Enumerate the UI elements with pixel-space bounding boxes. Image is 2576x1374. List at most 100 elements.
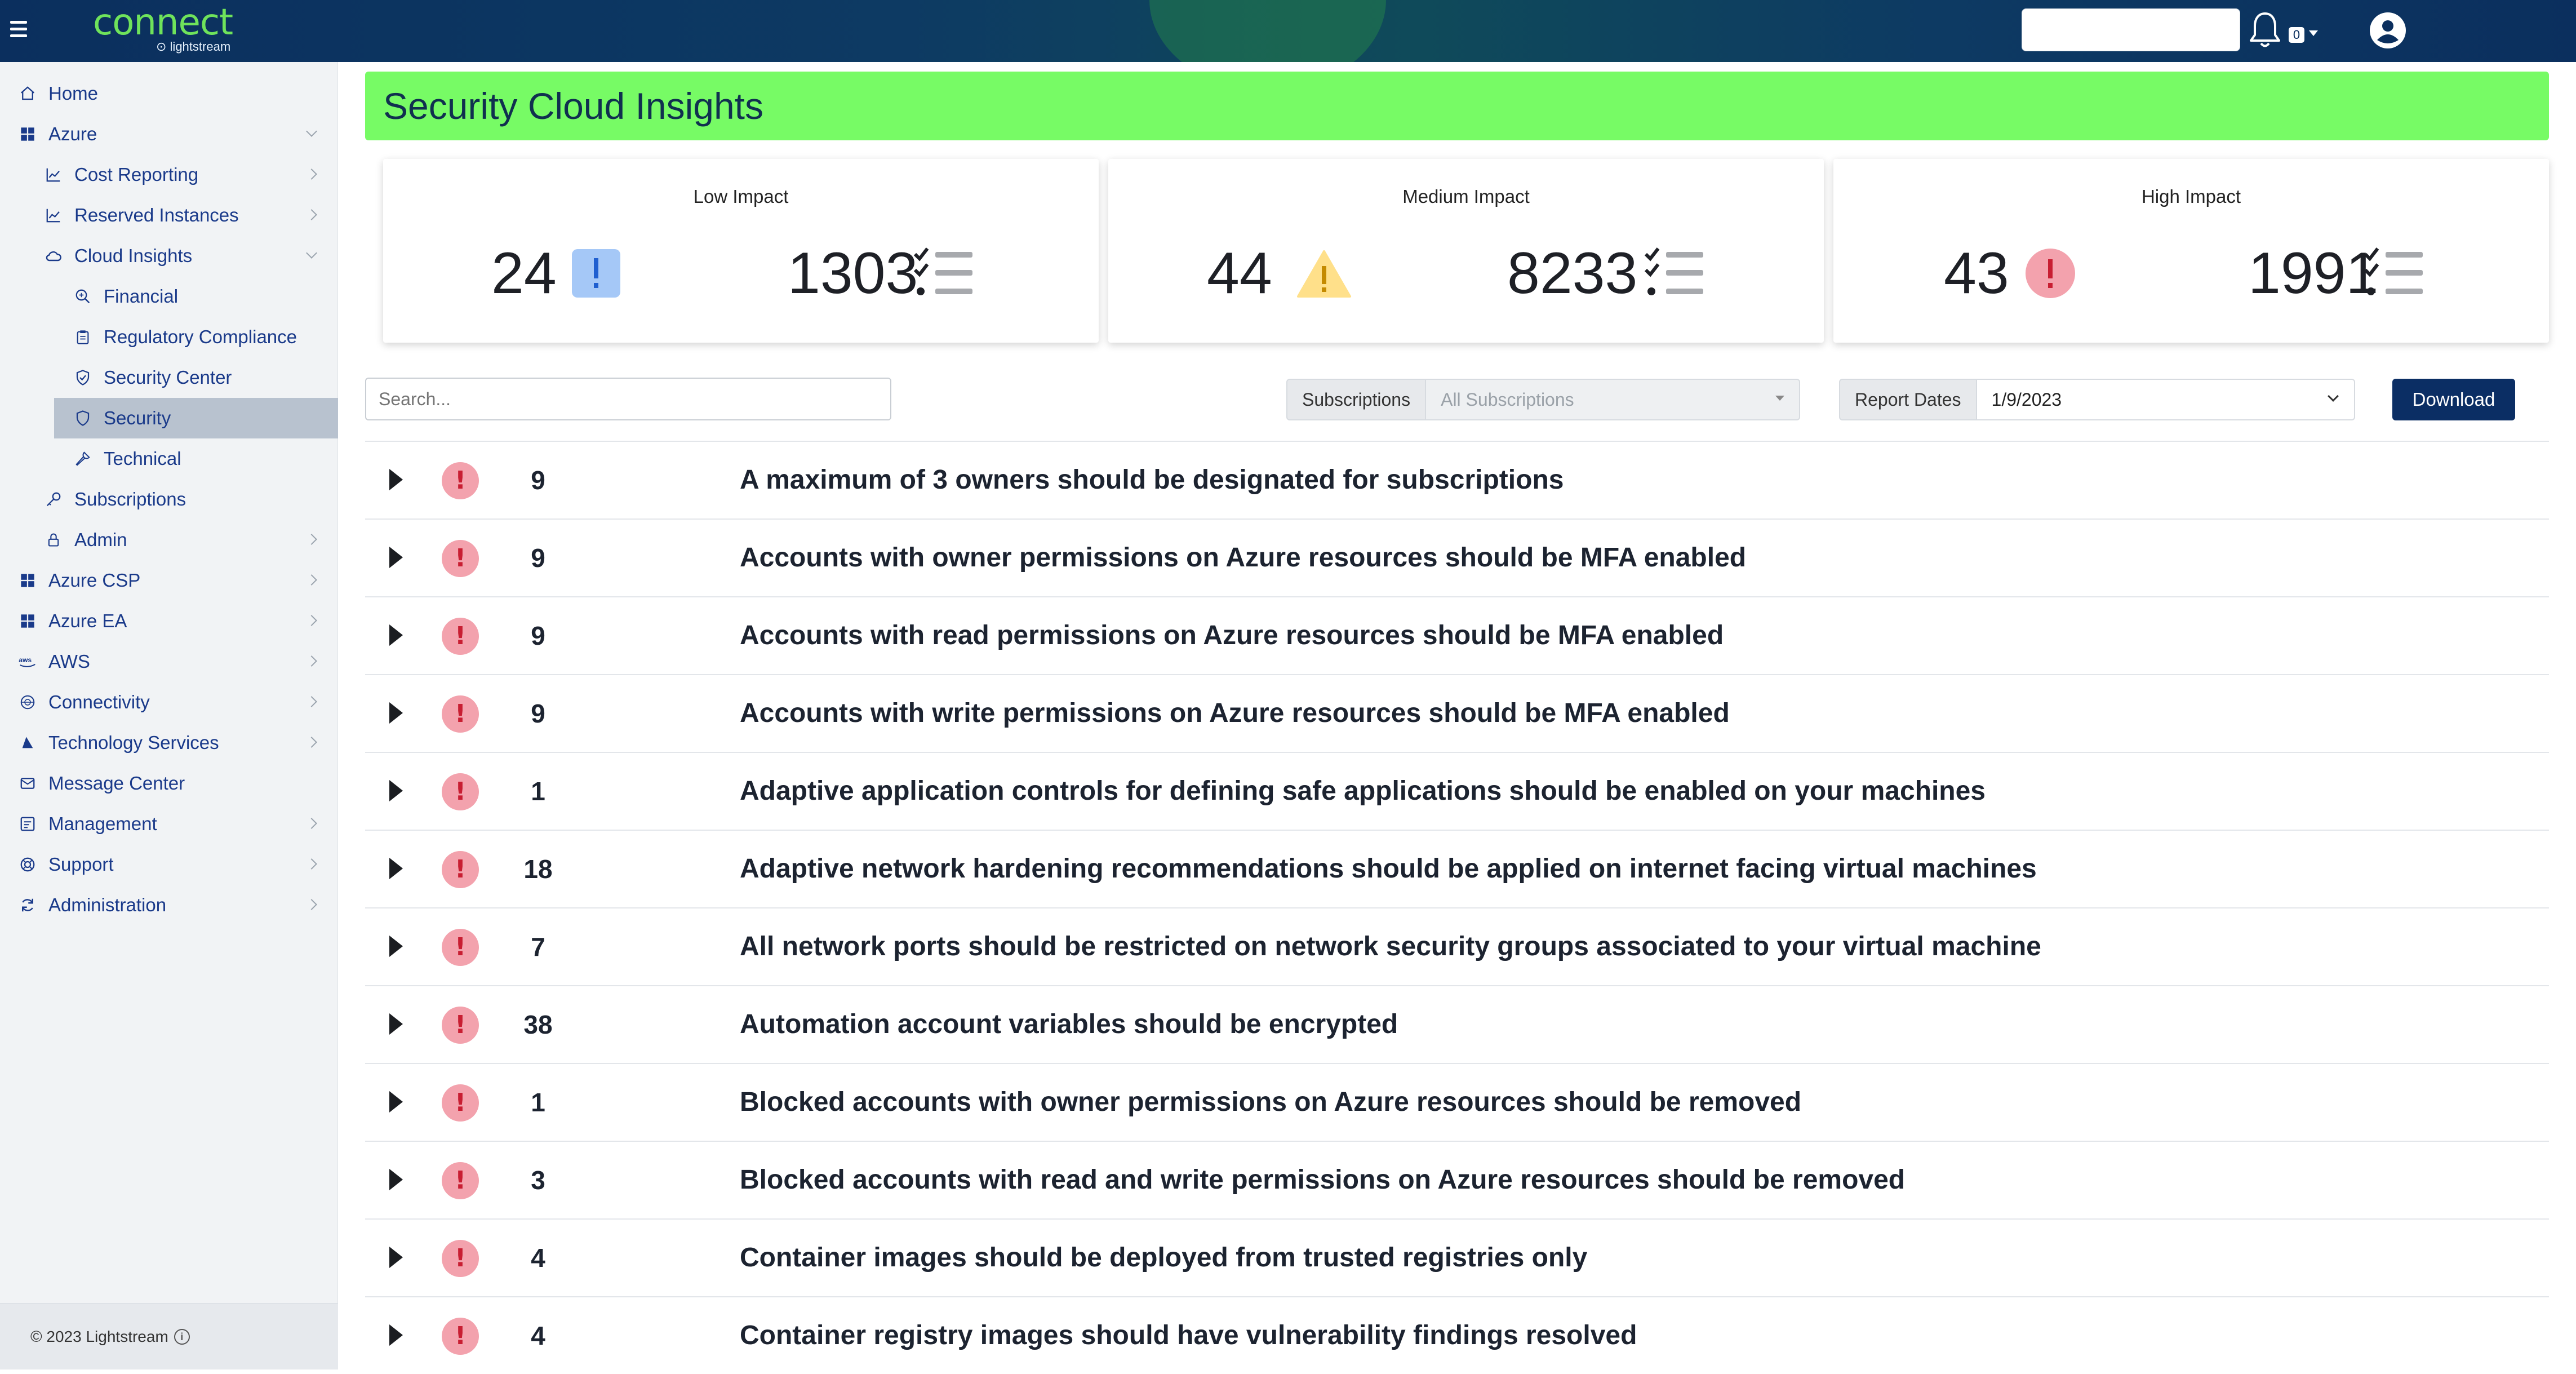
expand-caret-icon[interactable] — [389, 469, 403, 490]
sidebar-item-label: Technology Services — [48, 732, 219, 753]
sidebar-item-azure-csp[interactable]: Azure CSP — [0, 560, 338, 601]
impact-card-low-impact[interactable]: Low Impact 24 1303 — [383, 159, 1099, 343]
sidebar-item-home[interactable]: Home — [0, 73, 338, 114]
expand-caret-icon[interactable] — [389, 1324, 403, 1346]
impact-card-medium-impact[interactable]: Medium Impact 44 8233 — [1108, 159, 1824, 343]
table-row[interactable]: ! 3 Blocked accounts with read and write p… — [365, 1141, 2549, 1218]
sidebar-item-connectivity[interactable]: Connectivity — [0, 682, 338, 723]
sidebar-item-security-center[interactable]: Security Center — [54, 357, 338, 398]
report-dates-select[interactable]: 1/9/2023 — [1977, 379, 2355, 420]
sidebar-item-azure-ea[interactable]: Azure EA — [0, 601, 338, 641]
table-row[interactable]: ! 9 Accounts with owner permissions on Azu… — [365, 518, 2549, 596]
menu-toggle-icon[interactable] — [10, 17, 27, 39]
search-input[interactable] — [365, 378, 891, 420]
impact-card-high-impact[interactable]: High Impact 43 1991 — [1833, 159, 2549, 343]
logo-subtext: ⊙ lightstream — [156, 39, 231, 54]
home-icon — [18, 84, 37, 103]
sidebar-item-subscriptions[interactable]: Subscriptions — [27, 479, 338, 520]
chevron-right-icon — [306, 574, 317, 586]
chevron-right-icon — [306, 858, 317, 870]
sidebar-item-administration[interactable]: Administration — [0, 885, 338, 925]
subscriptions-label: Subscriptions — [1286, 379, 1427, 420]
table-row[interactable]: ! 9 Accounts with write permissions on Azu… — [365, 674, 2549, 752]
sidebar-item-technology-services[interactable]: Technology Services — [0, 723, 338, 763]
recommendation-text: Accounts with owner permissions on Azure… — [740, 543, 1747, 573]
report-dates-label: Report Dates — [1839, 379, 1977, 420]
recommendation-text: Blocked accounts with read and write per… — [740, 1165, 1906, 1195]
sidebar-item-azure[interactable]: Azure — [0, 114, 338, 154]
sidebar-item-technical[interactable]: Technical — [54, 438, 338, 479]
windows-icon — [18, 611, 37, 631]
expand-caret-icon[interactable] — [389, 858, 403, 879]
sidebar-item-security[interactable]: Security — [54, 398, 338, 438]
table-row[interactable]: ! 9 A maximum of 3 owners should be design… — [365, 441, 2549, 518]
impact-card-title: Medium Impact — [1402, 186, 1530, 207]
info-icon[interactable]: i — [174, 1328, 190, 1345]
expand-caret-icon[interactable] — [389, 1091, 403, 1113]
lock-icon — [44, 530, 63, 549]
chart-icon — [44, 165, 63, 184]
table-row[interactable]: ! 1 Blocked accounts with owner permission… — [365, 1063, 2549, 1141]
sidebar-item-label: Cost Reporting — [74, 164, 199, 185]
sidebar-item-cost-reporting[interactable]: Cost Reporting — [27, 154, 338, 195]
checklist-icon — [2363, 246, 2425, 300]
chevron-down-icon — [306, 247, 317, 259]
sidebar-item-reserved-instances[interactable]: Reserved Instances — [27, 195, 338, 236]
subscriptions-select[interactable]: All Subscriptions — [1426, 379, 1801, 420]
impact-count: 24 — [491, 241, 557, 306]
windows-icon — [18, 125, 37, 144]
expand-caret-icon[interactable] — [389, 702, 403, 724]
sidebar-item-aws[interactable]: aws AWS — [0, 641, 338, 682]
alert-circle-icon: ! — [442, 1007, 479, 1044]
table-row[interactable]: ! 9 Accounts with read permissions on Azur… — [365, 596, 2549, 674]
alert-circle-icon: ! — [442, 851, 479, 888]
download-button[interactable]: Download — [2392, 379, 2515, 420]
table-row[interactable]: ! 38 Automation account variables should b… — [365, 985, 2549, 1063]
chevron-down-icon — [2327, 391, 2339, 402]
sidebar-item-support[interactable]: Support — [0, 844, 338, 885]
table-row[interactable]: ! 1 Adaptive application controls for defi… — [365, 752, 2549, 830]
impact-count: 44 — [1207, 241, 1272, 306]
affected-count: 9 — [531, 699, 545, 728]
table-row[interactable]: ! 7 All network ports should be restricted… — [365, 907, 2549, 985]
user-avatar-icon[interactable] — [2369, 12, 2406, 49]
expand-caret-icon[interactable] — [389, 547, 403, 568]
affected-count: 4 — [531, 1321, 545, 1350]
chevron-right-icon — [306, 534, 317, 545]
app-logo[interactable]: connect ⊙ lightstream — [93, 5, 233, 55]
table-row[interactable]: ! 18 Adaptive network hardening recommenda… — [365, 830, 2549, 907]
sidebar-item-label: Management — [48, 813, 157, 834]
impact-total: 1303 — [788, 241, 918, 306]
table-row[interactable]: ! 4 Container registry images should have … — [365, 1296, 2549, 1374]
logo-text: connect — [93, 2, 233, 43]
sidebar-item-management[interactable]: Management — [0, 804, 338, 844]
sidebar-item-message-center[interactable]: Message Center — [0, 763, 338, 804]
alert-circle-icon: ! — [442, 1318, 479, 1355]
sidebar-item-label: Azure CSP — [48, 570, 141, 591]
header-decoration — [1149, 0, 1386, 62]
expand-caret-icon[interactable] — [389, 780, 403, 801]
affected-count: 1 — [531, 1088, 545, 1117]
sidebar-item-admin[interactable]: Admin — [27, 520, 338, 560]
expand-caret-icon[interactable] — [389, 1169, 403, 1190]
checklist-icon — [1644, 246, 1706, 300]
notification-caret-icon[interactable] — [2309, 30, 2318, 36]
sidebar-item-label: Home — [48, 83, 99, 104]
sidebar-item-cloud-insights[interactable]: Cloud Insights — [27, 236, 338, 276]
expand-caret-icon[interactable] — [389, 936, 403, 957]
table-row[interactable]: ! 4 Container images should be deployed fr… — [365, 1218, 2549, 1296]
sidebar-item-label: Cloud Insights — [74, 245, 193, 266]
global-search-input[interactable] — [2022, 8, 2240, 51]
sidebar-item-label: Administration — [48, 894, 167, 915]
expand-caret-icon[interactable] — [389, 1247, 403, 1268]
recommendation-text: A maximum of 3 owners should be designat… — [740, 465, 1564, 495]
chevron-down-icon — [306, 126, 317, 137]
sidebar-item-financial[interactable]: Financial — [54, 276, 338, 317]
expand-caret-icon[interactable] — [389, 1013, 403, 1035]
expand-caret-icon[interactable] — [389, 624, 403, 646]
alert-circle-icon: ! — [442, 1162, 479, 1199]
bell-icon[interactable] — [2248, 10, 2282, 50]
alert-circle-icon: ! — [442, 1240, 479, 1277]
affected-count: 38 — [523, 1010, 553, 1039]
sidebar-item-regulatory-compliance[interactable]: Regulatory Compliance — [54, 317, 338, 357]
